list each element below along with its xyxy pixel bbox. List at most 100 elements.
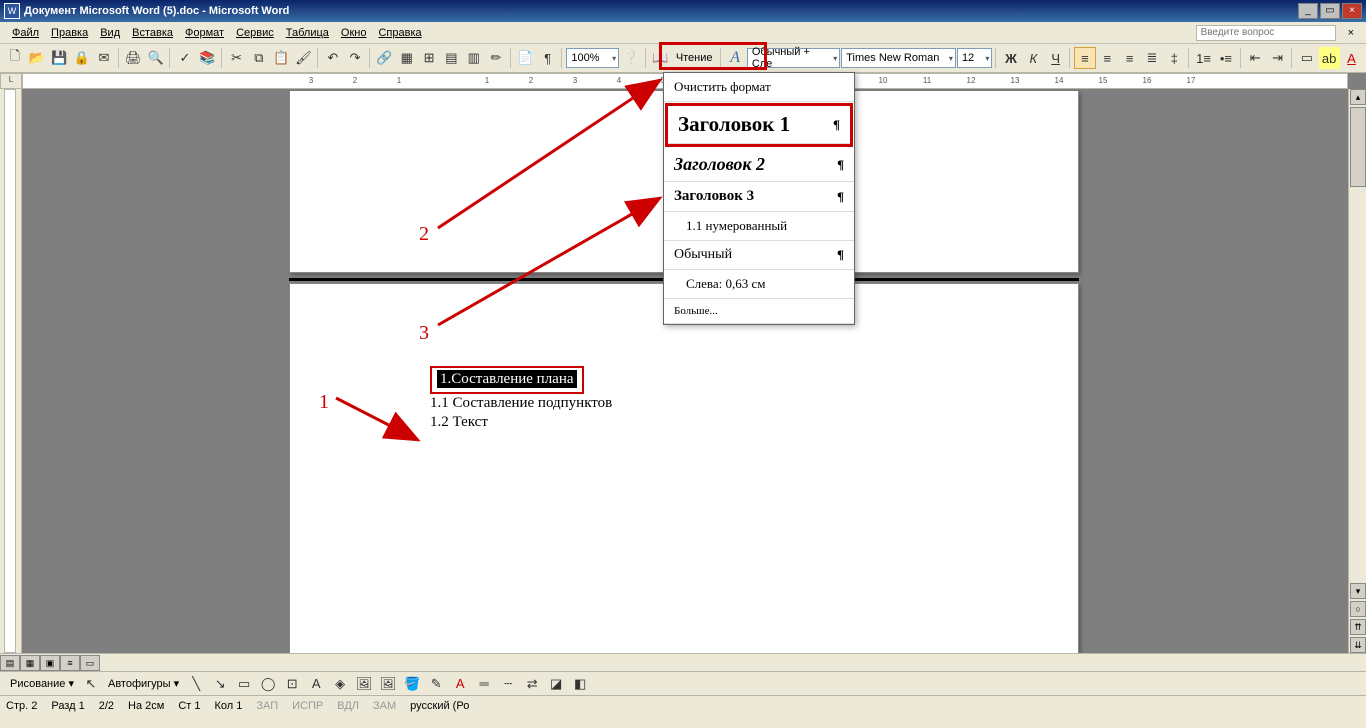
menu-insert[interactable]: Вставка — [126, 25, 179, 41]
show-marks-icon[interactable]: ¶ — [537, 47, 558, 69]
font-size-combo[interactable]: 12 — [957, 48, 992, 68]
browse-object-icon[interactable]: ○ — [1350, 601, 1366, 617]
styles-pane-icon[interactable]: A — [724, 47, 745, 69]
style-more[interactable]: Больше... — [664, 299, 854, 324]
style-numbered[interactable]: 1.1 нумерованный — [664, 212, 854, 241]
vertical-ruler[interactable] — [0, 89, 22, 653]
oval-icon[interactable]: ◯ — [257, 673, 279, 695]
textbox-icon[interactable]: ⊡ — [281, 673, 303, 695]
dash-style-icon[interactable]: ┄ — [497, 673, 519, 695]
doc-map-icon[interactable]: 📄 — [515, 47, 536, 69]
permission-icon[interactable]: 🔒 — [71, 47, 92, 69]
doc-line-2[interactable]: 1.1 Составление подпунктов — [430, 394, 1038, 414]
normal-view-icon[interactable]: ▤ — [0, 655, 20, 671]
wordart-icon[interactable]: A — [305, 673, 327, 695]
columns-icon[interactable]: ▥ — [463, 47, 484, 69]
drawing-icon[interactable]: ✏ — [485, 47, 506, 69]
decrease-indent-icon[interactable]: ⇤ — [1245, 47, 1266, 69]
cut-icon[interactable]: ✂ — [226, 47, 247, 69]
select-objects-icon[interactable]: ↖ — [80, 673, 102, 695]
insert-table-icon[interactable]: ⊞ — [418, 47, 439, 69]
zoom-combo[interactable]: 100% — [566, 48, 619, 68]
next-page-icon[interactable]: ⇊ — [1350, 637, 1366, 653]
line-style-icon[interactable]: ═ — [473, 673, 495, 695]
line-color-icon[interactable]: ✎ — [425, 673, 447, 695]
research-icon[interactable]: 📚 — [197, 47, 218, 69]
font-combo[interactable]: Times New Roman — [841, 48, 956, 68]
help-icon[interactable]: ❔ — [620, 47, 641, 69]
spellcheck-icon[interactable]: ✓ — [174, 47, 195, 69]
reading-button[interactable]: Чтение — [672, 52, 717, 64]
hyperlink-icon[interactable]: 🔗 — [374, 47, 395, 69]
borders-icon[interactable]: ▭ — [1296, 47, 1317, 69]
scroll-down-icon[interactable]: ▾ — [1350, 583, 1366, 599]
minimize-button[interactable]: _ — [1298, 3, 1318, 19]
redo-icon[interactable]: ↷ — [344, 47, 365, 69]
style-combo[interactable]: Обычный + Сле — [747, 48, 840, 68]
style-indent[interactable]: Слева: 0,63 см — [664, 270, 854, 299]
autoshapes-menu[interactable]: Автофигуры ▾ — [104, 677, 183, 690]
style-heading-2[interactable]: Заголовок 2¶ — [664, 148, 854, 182]
mail-icon[interactable]: ✉ — [93, 47, 114, 69]
paste-icon[interactable]: 📋 — [271, 47, 292, 69]
excel-icon[interactable]: ▤ — [441, 47, 462, 69]
scroll-up-icon[interactable]: ▴ — [1350, 89, 1366, 105]
menu-table[interactable]: Таблица — [280, 25, 335, 41]
undo-icon[interactable]: ↶ — [322, 47, 343, 69]
style-heading-3[interactable]: Заголовок 3¶ — [664, 182, 854, 212]
align-right-icon[interactable]: ≡ — [1119, 47, 1140, 69]
tables-borders-icon[interactable]: ▦ — [396, 47, 417, 69]
align-justify-icon[interactable]: ≣ — [1141, 47, 1162, 69]
outline-view-icon[interactable]: ≡ — [60, 655, 80, 671]
print-view-icon[interactable]: ▣ — [40, 655, 60, 671]
save-icon[interactable]: 💾 — [49, 47, 70, 69]
print-icon[interactable]: 🖨 — [123, 47, 144, 69]
selected-text[interactable]: 1.Составление плана — [437, 370, 577, 388]
diagram-icon[interactable]: ◈ — [329, 673, 351, 695]
font-color-draw-icon[interactable]: A — [449, 673, 471, 695]
3d-icon[interactable]: ◧ — [569, 673, 591, 695]
web-view-icon[interactable]: ▦ — [20, 655, 40, 671]
font-color-icon[interactable]: A — [1341, 47, 1362, 69]
line-icon[interactable]: ╲ — [185, 673, 207, 695]
align-left-icon[interactable]: ≡ — [1074, 47, 1095, 69]
menu-format[interactable]: Формат — [179, 25, 230, 41]
ruler-corner[interactable]: L — [0, 73, 22, 89]
vertical-scrollbar[interactable]: ▴ ▾ ○ ⇈ ⇊ — [1348, 89, 1366, 653]
close-button[interactable]: × — [1342, 3, 1362, 19]
copy-icon[interactable]: ⧉ — [248, 47, 269, 69]
line-spacing-icon[interactable]: ‡ — [1164, 47, 1185, 69]
bullet-list-icon[interactable]: •≡ — [1215, 47, 1236, 69]
drawing-menu[interactable]: Рисование ▾ — [6, 677, 78, 690]
preview-icon[interactable]: 🔍 — [145, 47, 166, 69]
bold-button[interactable]: Ж — [1000, 47, 1021, 69]
clipart-icon[interactable]: 🖼 — [353, 673, 375, 695]
fill-color-icon[interactable]: 🪣 — [401, 673, 423, 695]
menu-file[interactable]: Файл — [6, 25, 45, 41]
arrow-style-icon[interactable]: ⇄ — [521, 673, 543, 695]
new-doc-icon[interactable]: 🗋 — [4, 47, 25, 69]
arrow-icon[interactable]: ↘ — [209, 673, 231, 695]
align-center-icon[interactable]: ≡ — [1097, 47, 1118, 69]
style-heading-1[interactable]: Заголовок 1¶ — [668, 106, 850, 144]
numbered-list-icon[interactable]: 1≡ — [1193, 47, 1214, 69]
open-icon[interactable]: 📂 — [26, 47, 47, 69]
reading-view-icon[interactable]: ▭ — [80, 655, 100, 671]
highlight-icon[interactable]: ab — [1319, 47, 1340, 69]
menu-edit[interactable]: Правка — [45, 25, 94, 41]
italic-button[interactable]: К — [1023, 47, 1044, 69]
page-2[interactable]: 1.Составление плана 1.1 Составление подп… — [289, 283, 1079, 653]
doc-line-3[interactable]: 1.2 Текст — [430, 413, 1038, 433]
restore-button[interactable]: ▭ — [1320, 3, 1340, 19]
scroll-thumb[interactable] — [1350, 107, 1366, 187]
help-search-input[interactable] — [1196, 25, 1336, 41]
style-clear[interactable]: Очистить формат — [664, 73, 854, 102]
picture-icon[interactable]: 🖼 — [377, 673, 399, 695]
style-normal[interactable]: Обычный¶ — [664, 241, 854, 270]
format-painter-icon[interactable]: 🖌 — [293, 47, 314, 69]
rectangle-icon[interactable]: ▭ — [233, 673, 255, 695]
menu-window[interactable]: Окно — [335, 25, 373, 41]
menu-service[interactable]: Сервис — [230, 25, 280, 41]
underline-button[interactable]: Ч — [1045, 47, 1066, 69]
increase-indent-icon[interactable]: ⇥ — [1267, 47, 1288, 69]
